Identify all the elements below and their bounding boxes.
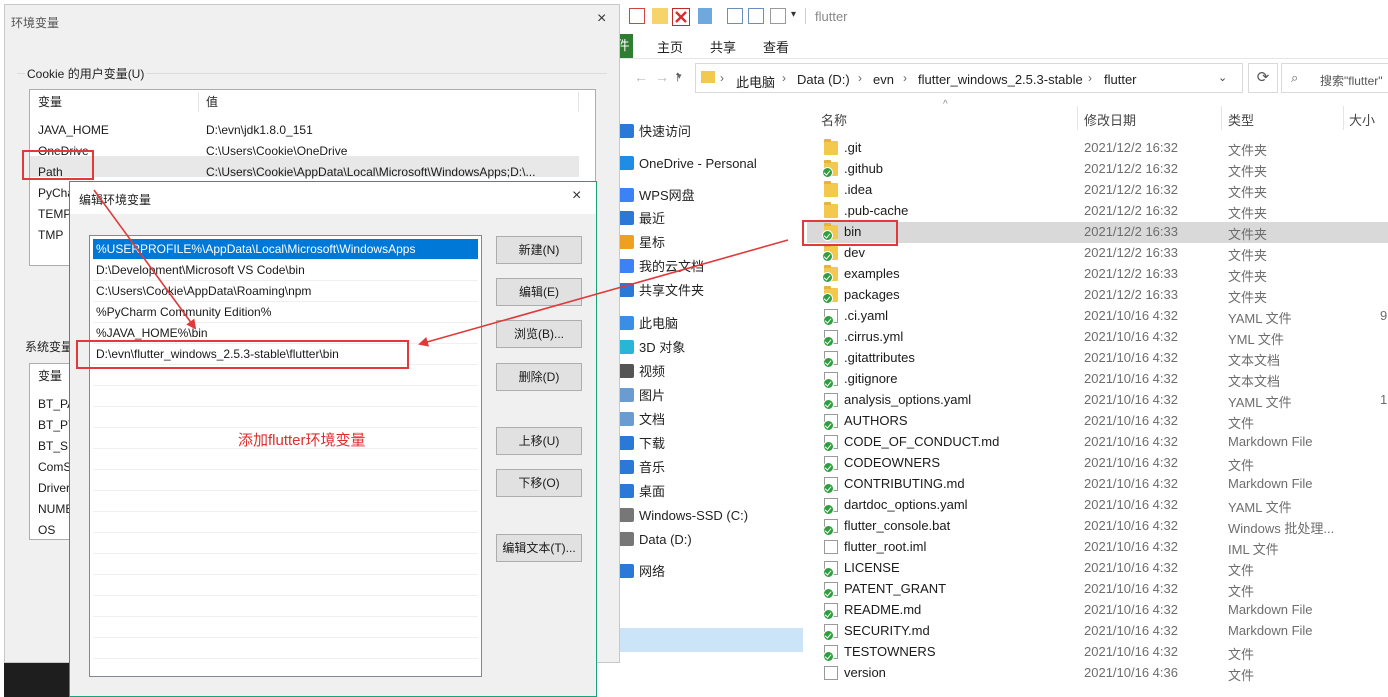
taskbar-fragment (4, 663, 69, 697)
annotation-arrows (93, 189, 789, 347)
arrow-path-to-list (93, 189, 197, 330)
arrow-bin-to-path (418, 239, 789, 347)
